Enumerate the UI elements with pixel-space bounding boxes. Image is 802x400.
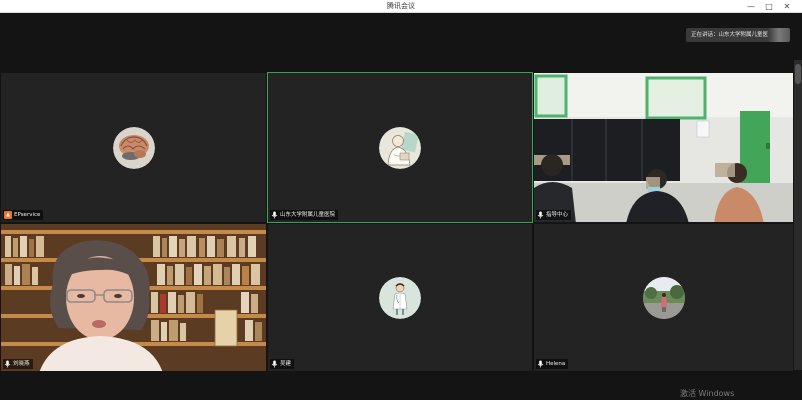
participant-tile-liu[interactable]: 刘晓燕 [0, 223, 267, 372]
scrollbar-thumb[interactable] [795, 64, 801, 84]
blurred-region [768, 28, 790, 42]
participant-name-tag: 吴建 [270, 359, 295, 369]
maximize-button[interactable]: □ [762, 0, 776, 13]
participant-tile-epservice[interactable]: EPservice [0, 72, 267, 223]
top-bar [0, 13, 802, 73]
mic-muted-icon [4, 211, 12, 219]
participant-tile-wu[interactable]: 吴建 [267, 223, 533, 372]
window-title: 腾讯会议 [387, 2, 415, 10]
participant-name: 指导中心 [546, 212, 569, 218]
video-feed [534, 73, 793, 222]
photo-icon [642, 276, 685, 319]
participant-name-tag: Helena [536, 359, 569, 369]
doctor-figure-icon [379, 276, 421, 319]
mic-icon [4, 360, 11, 368]
participant-tile-hospital[interactable]: 山东大学附属儿童医院 [267, 72, 533, 223]
participant-name: 刘晓燕 [13, 361, 30, 367]
minimize-button[interactable]: — [744, 0, 758, 13]
close-button[interactable]: ✕ [780, 0, 794, 13]
mic-icon [271, 211, 278, 219]
participant-name: Helena [546, 361, 566, 367]
scrollbar-track[interactable] [794, 60, 802, 370]
window-titlebar: 腾讯会议 — □ ✕ [0, 0, 802, 13]
mic-icon [271, 360, 278, 368]
brain-icon [112, 126, 155, 169]
video-feed [1, 224, 266, 371]
participant-tile-helena[interactable]: Helena [533, 223, 794, 372]
activation-watermark: 激活 Windows [680, 389, 735, 398]
active-speaker-indicator: 正在讲话：山东大学附属儿童医... [686, 28, 790, 42]
participant-name-tag: 指导中心 [536, 210, 572, 220]
active-speaker-label: 正在讲话：山东大学附属儿童医... [691, 32, 774, 38]
mic-icon [537, 211, 544, 219]
participant-name: 吴建 [280, 361, 292, 367]
participant-name-tag: 山东大学附属儿童医院 [270, 210, 339, 220]
participant-name-tag: 刘晓燕 [3, 359, 33, 369]
doctor-sketch-icon [379, 126, 421, 169]
mic-icon [537, 360, 544, 368]
participant-name-tag: EPservice [3, 210, 44, 220]
participant-name: EPservice [14, 212, 41, 218]
participant-tile-center[interactable]: 指导中心 [533, 72, 794, 223]
participant-name: 山东大学附属儿童医院 [280, 212, 336, 218]
